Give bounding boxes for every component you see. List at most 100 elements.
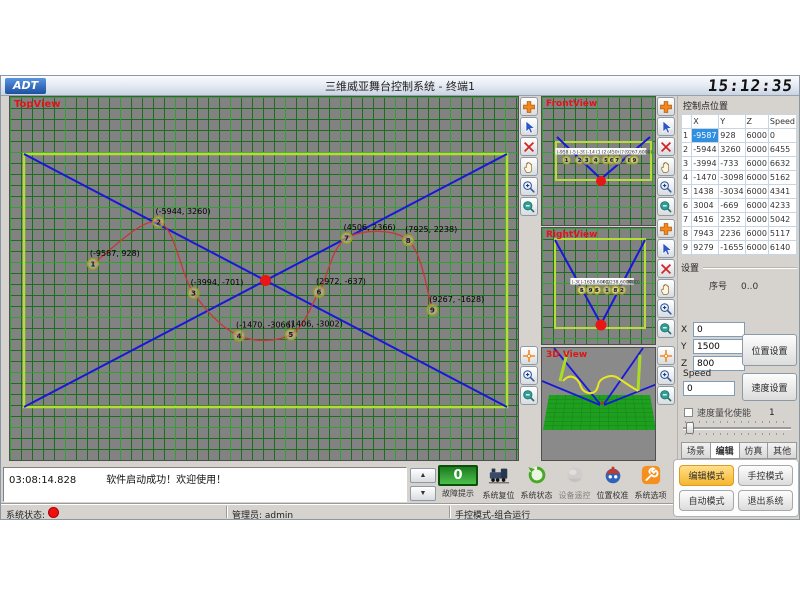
topview-select-button[interactable]: [520, 117, 538, 136]
system-options-button[interactable]: 系统选项: [633, 464, 668, 502]
value-cell[interactable]: 5042: [768, 213, 796, 227]
y-input[interactable]: [693, 339, 745, 354]
table-row[interactable]: 87943223660005117: [682, 227, 797, 241]
position-set-button[interactable]: 位置设置: [742, 334, 797, 366]
system-reset-button[interactable]: 系统复位: [481, 464, 516, 502]
value-cell[interactable]: 6000: [745, 157, 768, 171]
table-row[interactable]: 2-5944326060006455: [682, 143, 797, 157]
frontview-pan-button[interactable]: [657, 157, 675, 176]
scroll-up-button[interactable]: ▲: [410, 468, 436, 483]
payload-marker[interactable]: [596, 320, 607, 331]
payload-marker[interactable]: [596, 176, 606, 186]
table-row[interactable]: 74516235260005042: [682, 213, 797, 227]
payload-marker[interactable]: [260, 275, 271, 286]
speed-set-button[interactable]: 速度设置: [742, 373, 797, 401]
system-status-button[interactable]: 系统状态: [519, 464, 554, 502]
table-row[interactable]: 1-958792860000: [682, 129, 797, 143]
frontview-add-button[interactable]: [657, 97, 675, 116]
value-cell[interactable]: 4341: [768, 185, 796, 199]
row-index-cell[interactable]: 3: [682, 157, 692, 171]
value-cell[interactable]: -1470: [692, 171, 719, 185]
value-cell[interactable]: 6000: [745, 143, 768, 157]
tab-scene[interactable]: 场景: [681, 442, 711, 459]
value-cell[interactable]: 7943: [692, 227, 719, 241]
topview-delete-button[interactable]: [520, 137, 538, 156]
threed-crosshair-button[interactable]: [657, 346, 675, 365]
row-index-cell[interactable]: 9: [682, 241, 692, 255]
topview-pan-button[interactable]: [520, 157, 538, 176]
value-cell[interactable]: 6000: [745, 171, 768, 185]
quantization-slider[interactable]: [683, 420, 791, 436]
row-index-cell[interactable]: 8: [682, 227, 692, 241]
position-calibrate-button[interactable]: 位置校准: [595, 464, 630, 502]
value-cell[interactable]: 1438: [692, 185, 719, 199]
topview-zoom-out-button[interactable]: [520, 197, 538, 216]
table-row[interactable]: 63004-66960004233: [682, 199, 797, 213]
right-view-panel[interactable]: RightView (928,6000)(3260,6000)(-701,600…: [541, 227, 656, 345]
front-view-canvas[interactable]: (-9587,6000)(-5944,6000)(-3994,6000)(-14…: [542, 97, 656, 226]
value-cell[interactable]: 6000: [745, 213, 768, 227]
rightview-zoom-out-button[interactable]: [657, 319, 675, 338]
value-cell[interactable]: 6140: [768, 241, 796, 255]
top-view-panel[interactable]: TopView 1(-9587, 928)2(-5944, 3260)3(-39…: [9, 96, 519, 461]
value-cell[interactable]: 2352: [719, 213, 745, 227]
rightview-add-button[interactable]: [657, 219, 675, 238]
front-view-panel[interactable]: FrontView (-9587,6000)(-5944,6000)(-3994…: [541, 96, 656, 226]
x-input[interactable]: [693, 322, 745, 337]
row-index-cell[interactable]: 4: [682, 171, 692, 185]
topview-zoom-in-button[interactable]: [520, 177, 538, 196]
row-index-cell[interactable]: 2: [682, 143, 692, 157]
table-row[interactable]: 3-3994-73360006632: [682, 157, 797, 171]
exit-system-button[interactable]: 退出系统: [738, 490, 793, 511]
rightview-select-button[interactable]: [657, 239, 675, 258]
value-cell[interactable]: -669: [719, 199, 745, 213]
top-view-canvas[interactable]: 1(-9587, 928)2(-5944, 3260)3(-3994, -701…: [10, 97, 519, 461]
row-index-cell[interactable]: 5: [682, 185, 692, 199]
value-cell[interactable]: 6000: [745, 129, 768, 143]
threed-left-zoom-in-button[interactable]: [520, 366, 538, 385]
value-cell[interactable]: -3994: [692, 157, 719, 171]
table-row[interactable]: 51438-303460004341: [682, 185, 797, 199]
value-cell[interactable]: -733: [719, 157, 745, 171]
row-index-cell[interactable]: 7: [682, 213, 692, 227]
scroll-down-button[interactable]: ▼: [410, 486, 436, 501]
value-cell[interactable]: 4516: [692, 213, 719, 227]
table-row[interactable]: 4-1470-309860005162: [682, 171, 797, 185]
rightview-pan-button[interactable]: [657, 279, 675, 298]
value-cell[interactable]: -1655: [719, 241, 745, 255]
tab-other[interactable]: 其他: [768, 442, 797, 459]
edit-mode-button[interactable]: 编辑模式: [679, 465, 734, 486]
table-row[interactable]: 99279-165560006140: [682, 241, 797, 255]
value-cell[interactable]: 6000: [745, 199, 768, 213]
row-index-cell[interactable]: 1: [682, 129, 692, 143]
row-index-cell[interactable]: 6: [682, 199, 692, 213]
rightview-delete-button[interactable]: [657, 259, 675, 278]
control-points-table[interactable]: XYZSpeed1-9587928600002-5944326060006455…: [681, 114, 797, 255]
frontview-delete-button[interactable]: [657, 137, 675, 156]
value-cell[interactable]: 6632: [768, 157, 796, 171]
threed-zoom-out-button[interactable]: [657, 386, 675, 405]
value-cell[interactable]: 3004: [692, 199, 719, 213]
value-cell[interactable]: 6000: [745, 227, 768, 241]
frontview-select-button[interactable]: [657, 117, 675, 136]
value-cell[interactable]: 6455: [768, 143, 796, 157]
threed-zoom-in-button[interactable]: [657, 366, 675, 385]
value-cell[interactable]: -3034: [719, 185, 745, 199]
threed-left-zoom-out-button[interactable]: [520, 386, 538, 405]
topview-add-button[interactable]: [520, 97, 538, 116]
tab-edit[interactable]: 编辑: [711, 442, 740, 459]
value-cell[interactable]: 6000: [745, 185, 768, 199]
tab-sim[interactable]: 仿真: [740, 442, 769, 459]
value-cell[interactable]: -3098: [719, 171, 745, 185]
right-view-canvas[interactable]: (928,6000)(3260,6000)(-701,6000)(-3066,6…: [542, 228, 656, 345]
value-cell[interactable]: 928: [719, 129, 745, 143]
threed-left-crosshair-button[interactable]: [520, 346, 538, 365]
value-cell[interactable]: 3260: [719, 143, 745, 157]
manual-mode-button[interactable]: 手控模式: [738, 465, 793, 486]
speed-input[interactable]: [683, 381, 735, 396]
value-cell[interactable]: 4233: [768, 199, 796, 213]
frontview-zoom-in-button[interactable]: [657, 177, 675, 196]
frontview-zoom-out-button[interactable]: [657, 197, 675, 216]
value-cell[interactable]: 5162: [768, 171, 796, 185]
rightview-zoom-in-button[interactable]: [657, 299, 675, 318]
